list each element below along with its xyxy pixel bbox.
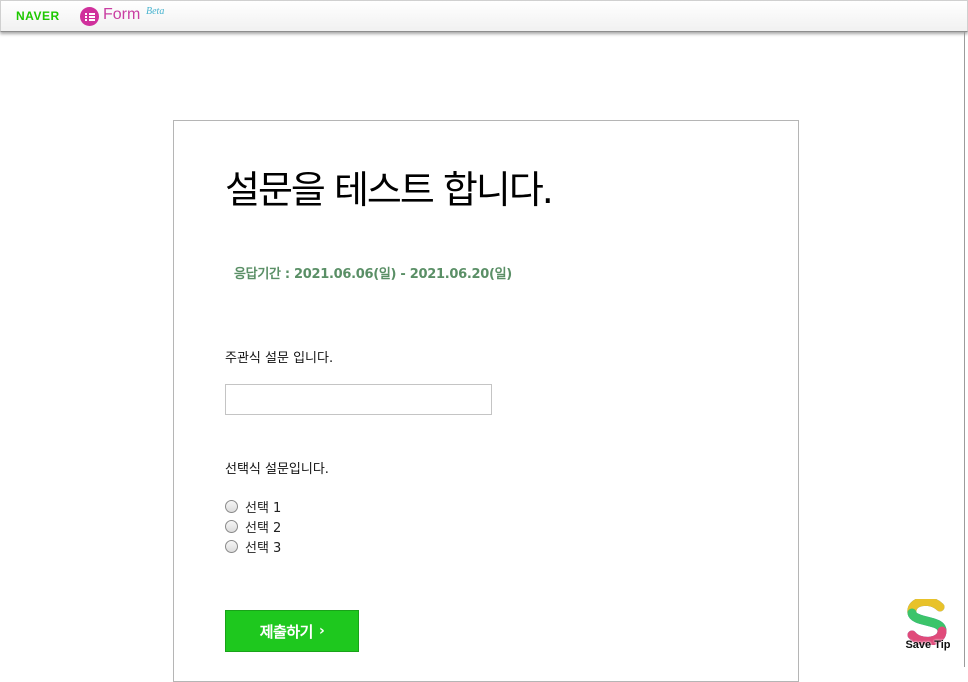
submit-button[interactable]: 제출하기 ›	[225, 610, 359, 652]
submit-button-label: 제출하기	[259, 622, 314, 641]
naver-logo[interactable]: NAVER	[16, 9, 60, 23]
question-1-answer-input[interactable]	[225, 384, 492, 415]
chevron-right-icon: ›	[318, 623, 325, 639]
radio-option-label: 선택 2	[245, 520, 282, 536]
radio-button[interactable]	[225, 499, 238, 513]
savetip-text: Save Tip	[905, 639, 951, 651]
radio-button[interactable]	[225, 539, 238, 553]
survey-form: 설문을 테스트 합니다. 응답기간 : 2021.06.06(일) - 2021…	[173, 120, 799, 682]
question-1-label: 주관식 설문 입니다.	[225, 351, 334, 366]
app-header: NAVER Form Beta	[0, 0, 968, 32]
response-period: 응답기간 : 2021.06.06(일) - 2021.06.20(일)	[234, 267, 512, 282]
radio-button[interactable]	[225, 519, 238, 533]
radio-option-2[interactable]: 선택 2	[225, 516, 281, 536]
radio-option-1[interactable]: 선택 1	[225, 496, 281, 516]
radio-option-label: 선택 1	[245, 500, 282, 516]
survey-title: 설문을 테스트 합니다.	[225, 168, 554, 212]
form-product-name[interactable]: Form	[103, 6, 140, 24]
question-2-label: 선택식 설문입니다.	[225, 462, 329, 477]
scroll-edge	[964, 32, 965, 667]
question-2-options: 선택 1 선택 2 선택 3	[225, 496, 281, 556]
beta-badge: Beta	[146, 6, 165, 17]
form-list-icon[interactable]	[80, 7, 99, 26]
radio-option-label: 선택 3	[245, 540, 282, 556]
savetip-watermark: Save Tip	[900, 596, 956, 657]
radio-option-3[interactable]: 선택 3	[225, 536, 281, 556]
